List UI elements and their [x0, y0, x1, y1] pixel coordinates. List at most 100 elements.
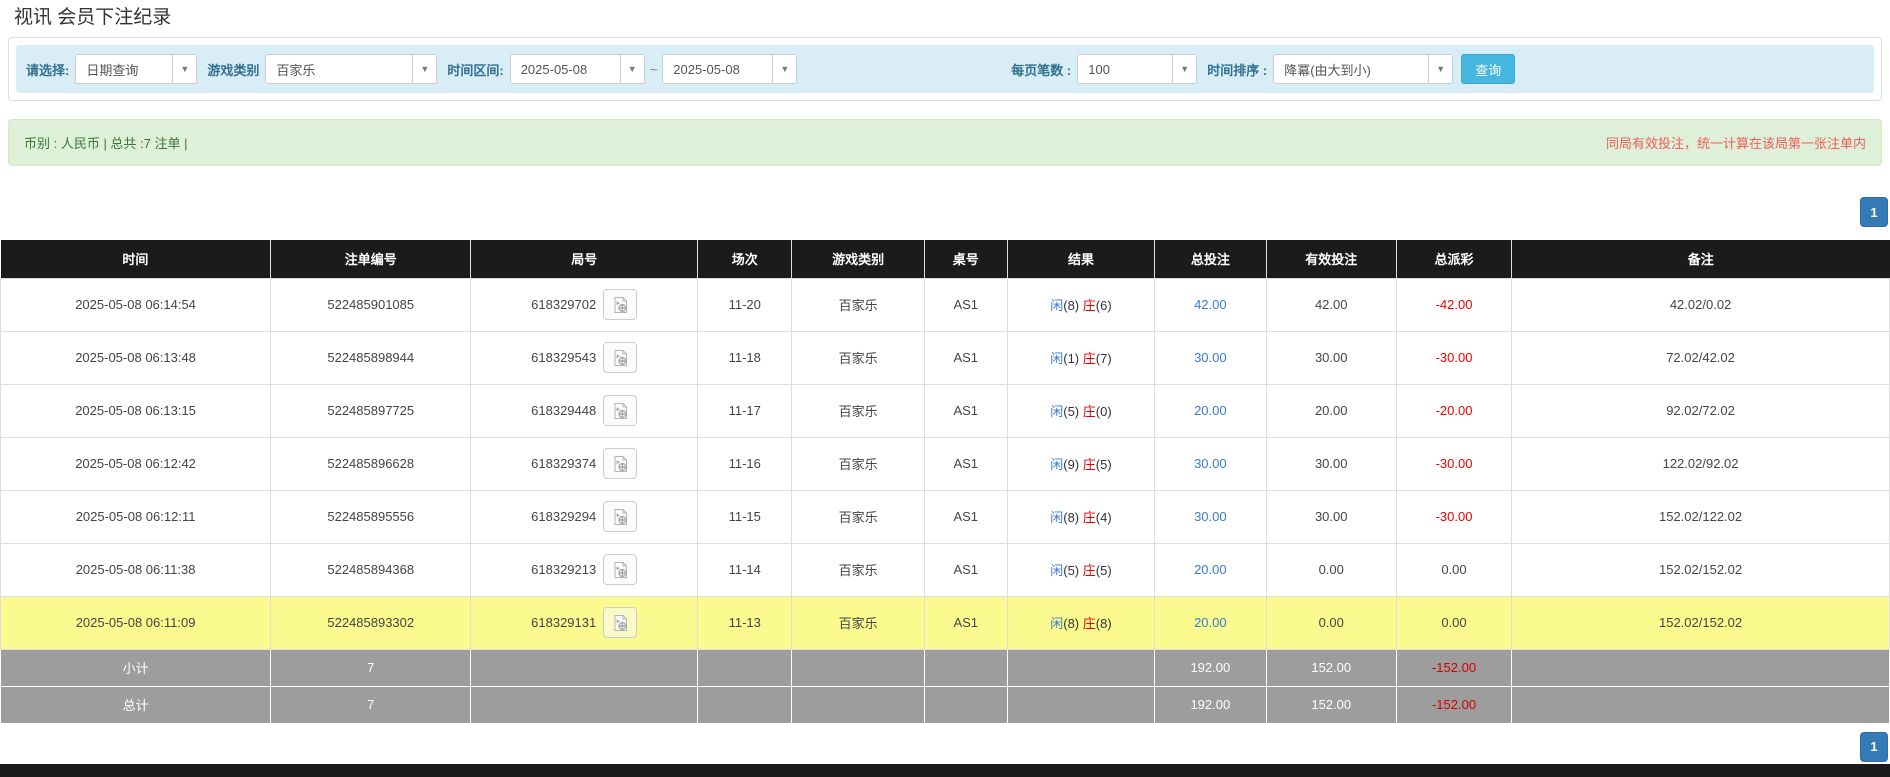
- cell-time: 2025-05-08 06:14:54: [0, 277, 272, 332]
- cell-bet-id: 522485896628: [270, 436, 472, 491]
- banker-result-score: (4): [1095, 510, 1112, 525]
- filter-panel: 请选择: 日期查询 ▼ 游戏类别 百家乐 ▼ 时间区间: 2025-05-08 …: [8, 37, 1882, 101]
- cell-round-id: 618329131: [470, 595, 699, 650]
- table-row: 2025-05-08 06:13:15 522485897725 618329448…: [0, 383, 1890, 438]
- cell-table-no: AS1: [923, 489, 1008, 544]
- banker-result-label: 庄: [1082, 457, 1096, 472]
- per-page-value: 100: [1088, 61, 1110, 77]
- cell-payout: -20.00: [1395, 383, 1513, 438]
- cell-round-id: 618329702: [470, 277, 699, 332]
- video-replay-button[interactable]: [603, 289, 638, 320]
- page-1-button[interactable]: 1: [1860, 197, 1888, 227]
- total-bet-link[interactable]: 20.00: [1194, 403, 1227, 418]
- player-result-score: (8): [1063, 616, 1080, 631]
- per-page-select[interactable]: 100 ▼: [1077, 54, 1198, 84]
- video-replay-button[interactable]: [603, 342, 638, 373]
- summary-row: 小计 7 192.00 152.00 -152.00: [0, 648, 1890, 687]
- video-replay-icon: [614, 455, 627, 472]
- game-category-label: 游戏类别: [207, 62, 260, 78]
- col-header-5: 桌号: [924, 240, 1008, 279]
- cell-valid-bet: 30.00: [1265, 330, 1397, 385]
- player-result-label: 闲: [1050, 298, 1064, 313]
- table-row: 2025-05-08 06:11:38 522485894368 618329213…: [0, 542, 1890, 597]
- search-button[interactable]: 查询: [1461, 54, 1516, 84]
- video-replay-button[interactable]: [603, 501, 638, 532]
- cell-round-id: 618329294: [470, 489, 699, 544]
- cell-table-no: AS1: [923, 277, 1008, 332]
- cell-bet-id: 522485898944: [270, 330, 472, 385]
- table-row: 2025-05-08 06:13:48 522485898944 618329543…: [0, 330, 1890, 385]
- cell-result: 闲(5) 庄(0): [1006, 383, 1156, 438]
- cell-table-no: AS1: [923, 330, 1008, 385]
- cell-payout: -42.00: [1395, 277, 1513, 332]
- cell-bet-id: 522485901085: [270, 277, 472, 332]
- cell-remark: 152.02/152.02: [1511, 595, 1890, 650]
- col-header-6: 结果: [1007, 240, 1156, 279]
- total-bet-link[interactable]: 20.00: [1194, 615, 1227, 630]
- page-1-button[interactable]: 1: [1860, 731, 1888, 762]
- table-header-row: 时间 注单编号 局号 场次 游戏类别 桌号 结果 总投注 有效投注 总派彩 备注: [0, 240, 1890, 279]
- banker-result-score: (8): [1095, 616, 1112, 631]
- player-result-score: (9): [1063, 457, 1080, 472]
- round-id-text: 618329294: [531, 509, 597, 524]
- video-replay-button[interactable]: [603, 395, 638, 426]
- banker-result-label: 庄: [1082, 298, 1096, 313]
- video-replay-icon: [614, 561, 627, 578]
- cell-result: 闲(8) 庄(8): [1006, 595, 1156, 650]
- total-bet-link[interactable]: 20.00: [1194, 562, 1227, 577]
- info-bar: 币别 : 人民币 | 总共 :7 注单 | 同局有效投注，统一计算在该局第一张注…: [8, 119, 1882, 166]
- cell-payout: 0.00: [1395, 542, 1513, 597]
- cell-payout: -30.00: [1395, 489, 1513, 544]
- video-replay-button[interactable]: [603, 554, 638, 585]
- pagination-top: 1: [0, 197, 1888, 227]
- player-result-label: 闲: [1050, 457, 1064, 472]
- banker-result-label: 庄: [1082, 616, 1096, 631]
- summary-empty-table: [923, 648, 1008, 687]
- time-sort-select[interactable]: 降冪(由大到小) ▼: [1273, 54, 1454, 84]
- date-to-value: 2025-05-08: [673, 61, 740, 77]
- summary-empty-remark: [1511, 648, 1890, 687]
- summary-empty-result: [1006, 648, 1156, 687]
- chevron-down-icon: ▼: [1172, 55, 1196, 83]
- cell-payout: -30.00: [1395, 330, 1513, 385]
- cell-valid-bet: 42.00: [1265, 277, 1397, 332]
- round-id-text: 618329374: [531, 456, 597, 471]
- cell-session: 11-13: [697, 595, 793, 650]
- cell-remark: 72.02/42.02: [1511, 330, 1890, 385]
- player-result-label: 闲: [1050, 510, 1064, 525]
- date-from-value: 2025-05-08: [520, 61, 588, 77]
- banker-result-score: (5): [1095, 457, 1112, 472]
- cell-valid-bet: 30.00: [1265, 489, 1397, 544]
- banker-result-label: 庄: [1082, 351, 1096, 366]
- cell-remark: 92.02/72.02: [1511, 383, 1890, 438]
- cell-remark: 152.02/152.02: [1511, 542, 1890, 597]
- player-result-score: (5): [1063, 404, 1080, 419]
- video-replay-button[interactable]: [603, 448, 638, 479]
- total-bet-link[interactable]: 42.00: [1194, 297, 1227, 312]
- summary-payout: -152.00: [1395, 648, 1513, 687]
- cell-bet-id: 522485893302: [270, 595, 472, 650]
- cell-valid-bet: 0.00: [1265, 542, 1397, 597]
- query-type-select[interactable]: 日期查询 ▼: [75, 54, 198, 84]
- cell-total-bet: 42.00: [1154, 277, 1267, 332]
- cell-table-no: AS1: [923, 542, 1008, 597]
- cell-table-no: AS1: [923, 436, 1008, 491]
- total-bet-link[interactable]: 30.00: [1194, 350, 1227, 365]
- chevron-down-icon: ▼: [412, 55, 436, 83]
- date-to-select[interactable]: 2025-05-08 ▼: [662, 54, 798, 84]
- round-id-text: 618329543: [531, 350, 597, 365]
- video-replay-button[interactable]: [603, 607, 638, 638]
- cell-total-bet: 30.00: [1154, 436, 1267, 491]
- game-category-select[interactable]: 百家乐 ▼: [265, 54, 438, 84]
- total-bet-link[interactable]: 30.00: [1194, 456, 1227, 471]
- table-row: 2025-05-08 06:12:42 522485896628 618329374…: [0, 436, 1890, 491]
- time-range-label: 时间区间:: [447, 62, 504, 78]
- cell-bet-id: 522485897725: [270, 383, 472, 438]
- summary-total-bet: 192.00: [1154, 685, 1267, 724]
- total-bet-link[interactable]: 30.00: [1194, 509, 1227, 524]
- summary-empty-session: [697, 685, 793, 724]
- date-from-select[interactable]: 2025-05-08 ▼: [509, 54, 645, 84]
- table-row: 2025-05-08 06:11:09 522485893302 618329131…: [0, 595, 1890, 650]
- banker-result-label: 庄: [1082, 404, 1096, 419]
- cell-bet-id: 522485894368: [270, 542, 472, 597]
